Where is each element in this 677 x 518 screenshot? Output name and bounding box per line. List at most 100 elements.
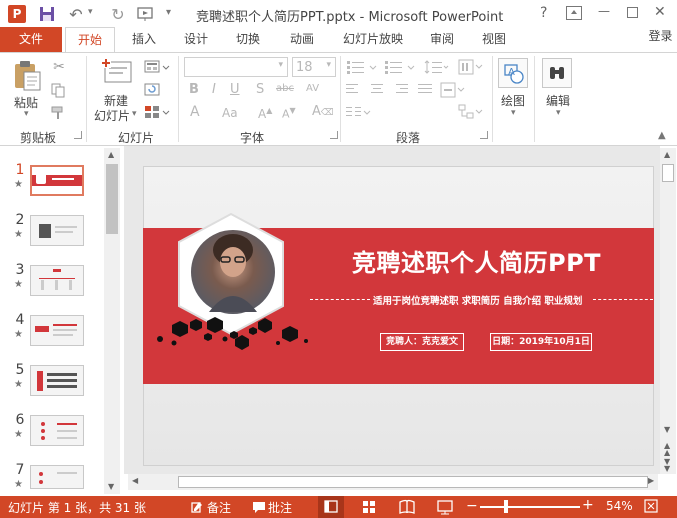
clear-formatting-icon[interactable]: A⌫	[312, 104, 334, 119]
tab-file[interactable]: 文件	[0, 27, 62, 52]
previous-slide-icon[interactable]: ▲ ▲	[664, 442, 670, 457]
slide-thumbnail-6[interactable]	[30, 415, 84, 446]
undo-icon[interactable]: ↶	[66, 5, 86, 24]
align-text-icon[interactable]	[440, 82, 466, 98]
slide-sorter-button[interactable]	[356, 496, 382, 518]
tab-insert[interactable]: 插入	[122, 27, 166, 52]
minimize-button[interactable]: —	[598, 4, 610, 18]
numbering-icon[interactable]	[384, 60, 418, 74]
font-color-icon[interactable]: A	[190, 104, 200, 120]
font-name-dropdown-icon[interactable]: ▾	[278, 60, 283, 70]
notes-button[interactable]: 备注	[207, 499, 231, 516]
paragraph-launcher-icon[interactable]	[480, 131, 488, 139]
slide-thumbnail-1[interactable]	[30, 165, 84, 196]
drawing-dropdown-icon[interactable]: ▾	[511, 108, 516, 118]
new-slide-icon[interactable]	[101, 58, 133, 88]
redo-icon[interactable]: ↻	[108, 5, 128, 24]
editing-dropdown-icon[interactable]: ▾	[556, 108, 561, 118]
zoom-slider-thumb[interactable]	[504, 500, 508, 513]
scroll-left-icon[interactable]: ◀	[132, 476, 138, 485]
slide-thumbnail-5[interactable]	[30, 365, 84, 396]
zoom-in-icon[interactable]: +	[582, 497, 594, 513]
align-center-icon[interactable]	[370, 84, 384, 96]
bold-icon[interactable]: B	[189, 82, 199, 97]
font-size-dropdown-icon[interactable]: ▾	[326, 60, 331, 70]
save-icon[interactable]	[38, 5, 56, 23]
font-name-combobox[interactable]: ▾	[184, 57, 288, 77]
align-right-icon[interactable]	[394, 84, 408, 96]
restore-button[interactable]	[627, 7, 638, 18]
increase-font-icon[interactable]: A▲	[258, 106, 272, 121]
underline-icon[interactable]: U	[230, 82, 240, 97]
bullets-icon[interactable]	[346, 60, 380, 74]
decrease-font-icon[interactable]: A▼	[282, 106, 296, 121]
normal-view-button[interactable]	[318, 496, 344, 518]
close-button[interactable]: ✕	[654, 4, 666, 20]
section-icon[interactable]	[144, 105, 170, 121]
slide-thumbnail-2[interactable]	[30, 215, 84, 246]
scroll-down-icon[interactable]: ▼	[664, 425, 670, 434]
copy-icon[interactable]	[50, 82, 68, 100]
align-left-icon[interactable]	[346, 84, 360, 96]
collapse-ribbon-icon[interactable]: ▲	[658, 130, 666, 141]
convert-smartart-icon[interactable]	[458, 104, 484, 120]
slide-title[interactable]: 竞聘述职个人简历PPT	[352, 243, 601, 278]
undo-dropdown-icon[interactable]: ▾	[88, 7, 93, 17]
next-slide-icon[interactable]: ▼ ▼	[664, 458, 670, 473]
format-painter-icon[interactable]	[50, 105, 68, 123]
comments-button[interactable]: 批注	[268, 499, 292, 516]
editing-binoculars-icon[interactable]	[542, 58, 572, 88]
ribbon-display-options-icon[interactable]	[566, 6, 582, 20]
drawing-button[interactable]: 绘图	[501, 92, 525, 109]
italic-icon[interactable]: I	[212, 82, 216, 97]
slide-thumbnail-3[interactable]	[30, 265, 84, 296]
tab-transitions[interactable]: 切换	[226, 27, 270, 52]
presenter-box[interactable]: 竞聘人：克克爱文	[380, 333, 464, 351]
thumbnail-scroll-up-icon[interactable]: ▲	[108, 150, 114, 159]
slide-subtitle[interactable]: 适用于岗位竞聘述职 求职简历 自我介绍 职业规划	[373, 293, 582, 307]
notes-icon[interactable]	[190, 500, 204, 514]
tab-view[interactable]: 视图	[472, 27, 516, 52]
paste-icon[interactable]	[12, 60, 42, 92]
zoom-out-icon[interactable]: −	[466, 498, 478, 514]
slide-thumbnail-4[interactable]	[30, 315, 84, 346]
tab-review[interactable]: 审阅	[420, 27, 464, 52]
scroll-up-icon[interactable]: ▲	[664, 150, 670, 159]
tab-animations[interactable]: 动画	[280, 27, 324, 52]
change-case-icon[interactable]: Aa	[222, 106, 238, 120]
zoom-level[interactable]: 54%	[606, 499, 633, 513]
columns-icon[interactable]	[346, 106, 372, 120]
layout-icon[interactable]	[144, 60, 170, 76]
scroll-right-icon[interactable]: ▶	[648, 476, 654, 485]
horizontal-scroll-thumb[interactable]	[178, 476, 648, 488]
tab-slideshow[interactable]: 幻灯片放映	[336, 27, 410, 52]
vertical-scroll-thumb[interactable]	[662, 164, 674, 182]
reset-icon[interactable]	[144, 83, 162, 99]
help-button[interactable]: ?	[540, 5, 547, 21]
clipboard-launcher-icon[interactable]	[74, 131, 82, 139]
customize-quick-access-icon[interactable]: ▾	[166, 7, 171, 18]
tab-home[interactable]: 开始	[65, 27, 115, 53]
fit-slide-icon[interactable]	[644, 499, 658, 513]
thumbnail-scroll-down-icon[interactable]: ▼	[108, 482, 114, 491]
drawing-shapes-icon[interactable]: A	[498, 58, 528, 88]
slideshow-from-start-icon[interactable]	[136, 5, 156, 23]
slide-thumbnail-7[interactable]	[30, 465, 84, 489]
paste-dropdown-icon[interactable]: ▾	[24, 109, 29, 119]
justify-icon[interactable]	[418, 84, 432, 96]
reading-view-button[interactable]	[394, 496, 420, 518]
cut-icon[interactable]: ✂	[50, 58, 68, 76]
slideshow-view-button[interactable]	[432, 496, 458, 518]
tab-design[interactable]: 设计	[174, 27, 218, 52]
comments-icon[interactable]	[252, 500, 266, 514]
strikethrough-icon[interactable]: abc	[276, 83, 294, 94]
text-direction-icon[interactable]	[458, 59, 484, 75]
new-slide-label-2[interactable]: 幻灯片	[94, 107, 130, 124]
new-slide-dropdown-icon[interactable]: ▾	[132, 109, 137, 119]
zoom-slider[interactable]	[480, 506, 580, 508]
shadow-icon[interactable]: S	[256, 82, 264, 97]
character-spacing-icon[interactable]: AV	[306, 83, 319, 94]
font-launcher-icon[interactable]	[330, 131, 338, 139]
line-spacing-icon[interactable]	[424, 60, 450, 74]
thumbnail-scroll-thumb[interactable]	[106, 164, 118, 234]
